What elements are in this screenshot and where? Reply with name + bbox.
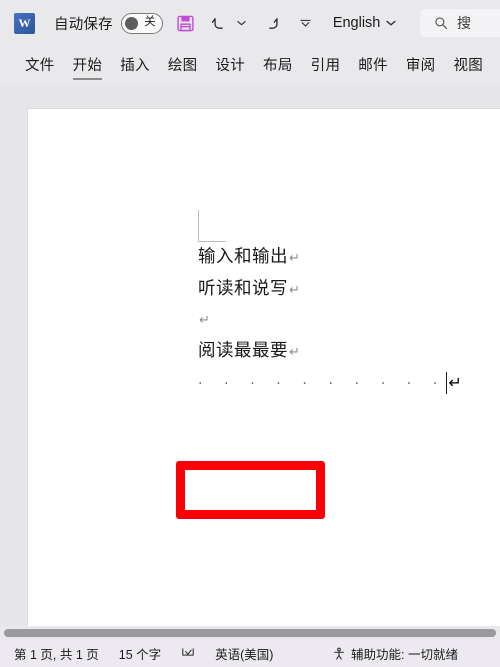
status-bar: 第 1 页, 共 1 页 15 个字 英语(美国) 辅助功能: 一切就绪 bbox=[0, 640, 500, 667]
document-paragraph-1[interactable]: 输入和输出↵ bbox=[198, 242, 498, 274]
autosave-label: 自动保存 bbox=[54, 16, 113, 33]
autosave-toggle[interactable]: 关 bbox=[120, 12, 163, 34]
redo-icon[interactable] bbox=[259, 8, 287, 38]
tab-view[interactable]: 视图 bbox=[444, 51, 492, 79]
tab-review[interactable]: 审阅 bbox=[397, 51, 445, 79]
tab-file[interactable]: 文件 bbox=[16, 51, 64, 79]
status-word-count[interactable]: 15 个字 bbox=[119, 644, 161, 663]
tab-mailings[interactable]: 邮件 bbox=[349, 51, 397, 79]
document-paragraph-4[interactable]: 阅读最最要↵ bbox=[198, 336, 498, 368]
paragraph-1-pilcrow-icon: ↵ bbox=[289, 251, 300, 266]
tab-draw[interactable]: 绘图 bbox=[159, 51, 207, 79]
save-icon[interactable] bbox=[172, 8, 200, 38]
text-cursor-caret bbox=[445, 371, 448, 394]
word-window: W 自动保存 关 English 搜 文件 开始 插入 绘图 设计 布局 引用 … bbox=[0, 0, 500, 667]
autosave-toggle-state: 关 bbox=[144, 16, 156, 29]
language-button[interactable]: English bbox=[333, 15, 397, 31]
tab-layout[interactable]: 布局 bbox=[254, 51, 302, 79]
paragraph-2-text: 听读和说写 bbox=[198, 279, 288, 299]
paragraph-1-text: 输入和输出 bbox=[198, 247, 288, 267]
status-accessibility[interactable]: 辅助功能: 一切就绪 bbox=[332, 644, 458, 663]
ribbon-tabs: 文件 开始 插入 绘图 设计 布局 引用 邮件 审阅 视图 bbox=[0, 46, 500, 84]
language-chevron-down-icon bbox=[386, 20, 397, 26]
tab-references[interactable]: 引用 bbox=[302, 51, 350, 79]
tab-insert[interactable]: 插入 bbox=[111, 51, 159, 79]
paragraph-4-pilcrow-icon: ↵ bbox=[289, 345, 300, 360]
tab-leader-dots: · · · · · · · · · · bbox=[198, 375, 446, 392]
margin-corner-mark-icon bbox=[198, 210, 226, 242]
autosave-toggle-knob bbox=[124, 16, 138, 30]
accessibility-label: 辅助功能: 一切就绪 bbox=[351, 648, 458, 662]
search-input-placeholder: 搜 bbox=[457, 15, 471, 31]
paragraph-2-pilcrow-icon: ↵ bbox=[289, 283, 300, 298]
word-logo-letter: W bbox=[18, 15, 31, 30]
document-text-body[interactable]: 输入和输出↵ 听读和说写↵ ↵ 阅读最最要↵ · · · · · · · · ·… bbox=[198, 242, 498, 398]
document-paragraph-2[interactable]: 听读和说写↵ bbox=[198, 274, 498, 306]
language-label: English bbox=[332, 15, 381, 31]
paragraph-4-text: 阅读最最要 bbox=[198, 341, 288, 361]
status-page-info[interactable]: 第 1 页, 共 1 页 bbox=[14, 644, 99, 663]
search-icon bbox=[434, 16, 448, 30]
document-canvas[interactable]: 输入和输出↵ 听读和说写↵ ↵ 阅读最最要↵ · · · · · · · · ·… bbox=[0, 84, 500, 640]
horizontal-scrollbar-thumb[interactable] bbox=[4, 629, 496, 637]
title-bar: W 自动保存 关 English 搜 bbox=[0, 0, 500, 46]
horizontal-scrollbar[interactable] bbox=[0, 626, 500, 640]
document-paragraph-3-empty[interactable]: ↵ bbox=[198, 306, 498, 336]
document-page[interactable]: 输入和输出↵ 听读和说写↵ ↵ 阅读最最要↵ · · · · · · · · ·… bbox=[28, 109, 500, 640]
search-box[interactable]: 搜 bbox=[420, 9, 500, 37]
leader-line-pilcrow-icon: ↵ bbox=[448, 373, 462, 392]
undo-dropdown-chevron-down-icon[interactable] bbox=[235, 9, 249, 37]
word-logo: W bbox=[14, 12, 35, 34]
undo-icon[interactable] bbox=[206, 8, 234, 38]
tab-home[interactable]: 开始 bbox=[64, 51, 112, 80]
proofing-errors-icon[interactable] bbox=[181, 647, 195, 660]
status-language[interactable]: 英语(美国) bbox=[215, 644, 273, 663]
tab-design[interactable]: 设计 bbox=[206, 51, 254, 79]
paragraph-3-pilcrow-icon: ↵ bbox=[199, 313, 210, 328]
customize-quick-access-icon[interactable] bbox=[297, 9, 315, 37]
document-leader-dot-line[interactable]: · · · · · · · · · · ↵ bbox=[198, 368, 498, 398]
accessibility-icon bbox=[332, 647, 346, 661]
